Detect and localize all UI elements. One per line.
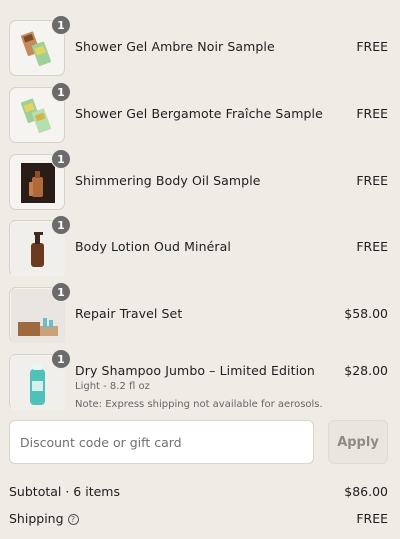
product-name: Shower Gel Ambre Noir Sample: [75, 39, 275, 54]
product-thumbnail: 1: [9, 82, 71, 143]
product-thumbnail: 1: [9, 349, 71, 410]
discount-code-input[interactable]: [9, 420, 314, 464]
product-variant: Light - 8.2 fl oz: [75, 381, 150, 392]
shipping-label: Shipping: [9, 511, 64, 526]
product-price: $58.00: [344, 306, 388, 321]
line-item: 1 Shimmering Body Oil Sample FREE: [9, 149, 388, 212]
subtotal-row: Subtotal · 6 items $86.00: [9, 484, 388, 499]
product-thumbnail: 1: [9, 15, 71, 76]
product-price: FREE: [356, 173, 388, 188]
product-thumbnail: 1: [9, 282, 71, 343]
quantity-badge: 1: [51, 15, 71, 35]
apply-discount-button[interactable]: Apply: [328, 420, 388, 464]
line-item: 1 Body Lotion Oud Minéral FREE: [9, 215, 388, 278]
order-summary: 1 Shower Gel Ambre Noir Sample FREE 1 Sh…: [0, 0, 400, 539]
product-thumbnail: 1: [9, 149, 71, 210]
product-thumbnail: 1: [9, 215, 71, 276]
product-price: FREE: [356, 39, 388, 54]
product-price: FREE: [356, 239, 388, 254]
line-item: 1 Shower Gel Bergamote Fraîche Sample FR…: [9, 82, 388, 145]
product-name: Dry Shampoo Jumbo – Limited Edition: [75, 363, 315, 378]
discount-section: Apply: [9, 420, 388, 464]
shipping-note: Note: Express shipping not available for…: [75, 399, 323, 410]
quantity-badge: 1: [51, 215, 71, 235]
shipping-row: Shipping? FREE: [9, 511, 388, 526]
quantity-badge: 1: [51, 82, 71, 102]
help-icon[interactable]: ?: [67, 514, 79, 525]
quantity-badge: 1: [51, 349, 71, 369]
product-price: $28.00: [344, 363, 388, 378]
product-name: Repair Travel Set: [75, 306, 183, 321]
line-item: 1 Repair Travel Set $58.00: [9, 282, 388, 345]
subtotal-value: $86.00: [344, 484, 388, 499]
line-item: 1 Dry Shampoo Jumbo – Limited Edition $2…: [9, 349, 388, 412]
shipping-value: FREE: [356, 511, 388, 526]
product-price: FREE: [356, 106, 388, 121]
product-name: Shimmering Body Oil Sample: [75, 173, 261, 188]
line-item: 1 Shower Gel Ambre Noir Sample FREE: [9, 15, 388, 78]
subtotal-label: Subtotal · 6 items: [9, 484, 120, 499]
quantity-badge: 1: [51, 149, 71, 169]
product-name: Shower Gel Bergamote Fraîche Sample: [75, 106, 323, 121]
product-name: Body Lotion Oud Minéral: [75, 239, 231, 254]
quantity-badge: 1: [51, 282, 71, 302]
